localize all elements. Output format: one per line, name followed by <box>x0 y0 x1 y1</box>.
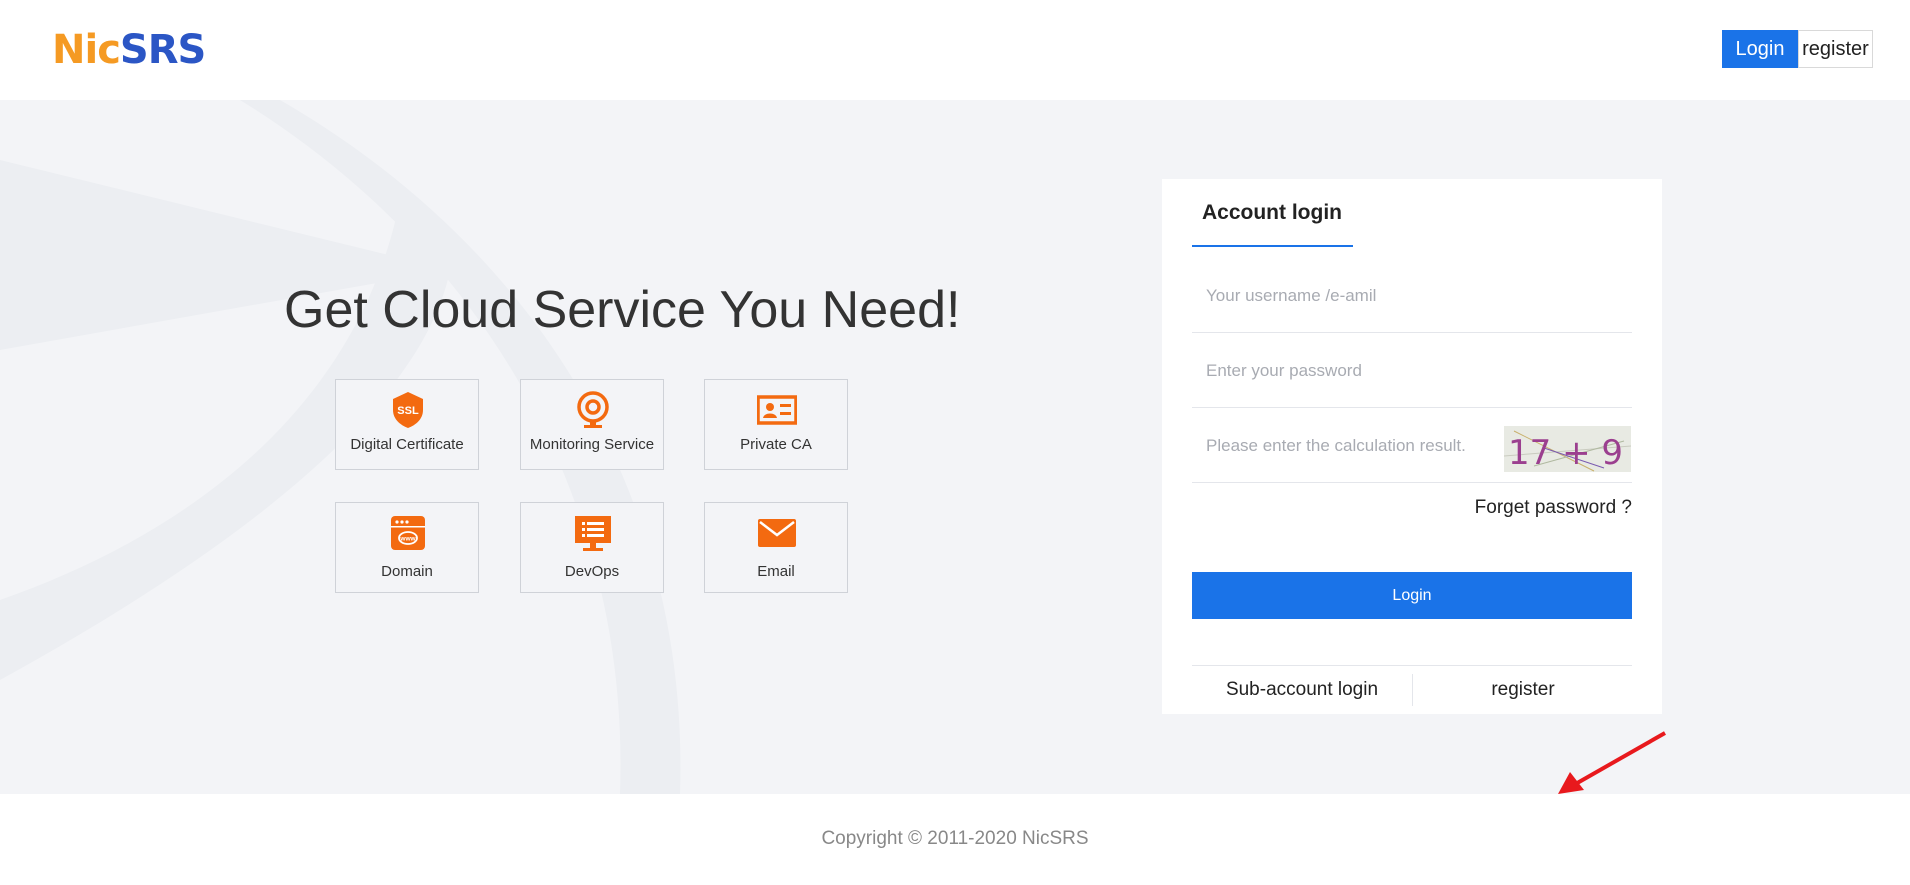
tab-active-indicator <box>1192 245 1353 247</box>
service-tile-email[interactable]: Email <box>704 502 848 593</box>
header-login-button[interactable]: Login <box>1722 30 1798 68</box>
header-register-button[interactable]: register <box>1798 30 1873 68</box>
password-input[interactable] <box>1192 334 1632 407</box>
tile-label: Monitoring Service <box>529 436 655 453</box>
service-tile-private-ca[interactable]: Private CA <box>704 379 848 470</box>
www-browser-icon: www <box>391 516 425 550</box>
service-tile-digital-certificate[interactable]: SSL Digital Certificate <box>335 379 479 470</box>
tile-label: Domain <box>381 563 433 580</box>
service-tile-devops[interactable]: DevOps <box>520 502 664 593</box>
hero-section: Get Cloud Service You Need! SSL Digital … <box>0 100 1910 794</box>
tile-label: Email <box>757 563 795 580</box>
register-link[interactable]: register <box>1413 666 1633 708</box>
tile-label: Digital Certificate <box>350 436 464 453</box>
hero-headline: Get Cloud Service You Need! <box>284 281 961 339</box>
captcha-image[interactable]: 17 + 9 = <box>1504 426 1631 472</box>
logo-nic: Nic <box>52 27 121 73</box>
login-card: Account login 17 + 9 = Forget password ? <box>1162 179 1662 714</box>
monitor-camera-icon <box>577 391 609 428</box>
captcha-graphic: 17 + 9 = <box>1504 426 1631 472</box>
header-actions: Login register <box>1722 30 1873 68</box>
top-header: NicSRS Login register <box>0 0 1910 100</box>
id-card-icon <box>757 395 797 425</box>
svg-text:www: www <box>399 536 416 543</box>
ssl-shield-icon: SSL <box>393 392 423 428</box>
card-bottom-links: Sub-account login register <box>1192 665 1632 707</box>
red-arrow-annotation <box>1558 731 1666 794</box>
logo-srs: SRS <box>119 27 206 73</box>
forgot-password-link[interactable]: Forget password ? <box>1462 497 1632 519</box>
captcha-field-wrap: 17 + 9 = <box>1192 409 1632 483</box>
tile-label: Private CA <box>740 436 812 453</box>
service-tile-monitoring[interactable]: Monitoring Service <box>520 379 664 470</box>
nicsrs-logo[interactable]: NicSRS <box>52 27 206 73</box>
tab-account-login[interactable]: Account login <box>1202 201 1342 225</box>
copyright-text: Copyright © 2011-2020 NicSRS <box>821 828 1089 849</box>
service-tile-domain[interactable]: www Domain <box>335 502 479 593</box>
sub-account-login-link[interactable]: Sub-account login <box>1192 666 1412 708</box>
password-field-wrap <box>1192 334 1632 408</box>
page-footer: Copyright © 2011-2020 NicSRS <box>0 794 1910 885</box>
devops-screen-icon <box>575 516 611 551</box>
username-field-wrap <box>1192 259 1632 333</box>
captcha-input[interactable] <box>1192 409 1492 482</box>
svg-text:SSL: SSL <box>397 405 419 417</box>
captcha-text: 17 + 9 = <box>1508 433 1631 472</box>
login-submit-button[interactable]: Login <box>1192 572 1632 619</box>
envelope-icon <box>758 519 796 547</box>
username-input[interactable] <box>1192 259 1632 332</box>
tile-label: DevOps <box>564 563 620 580</box>
